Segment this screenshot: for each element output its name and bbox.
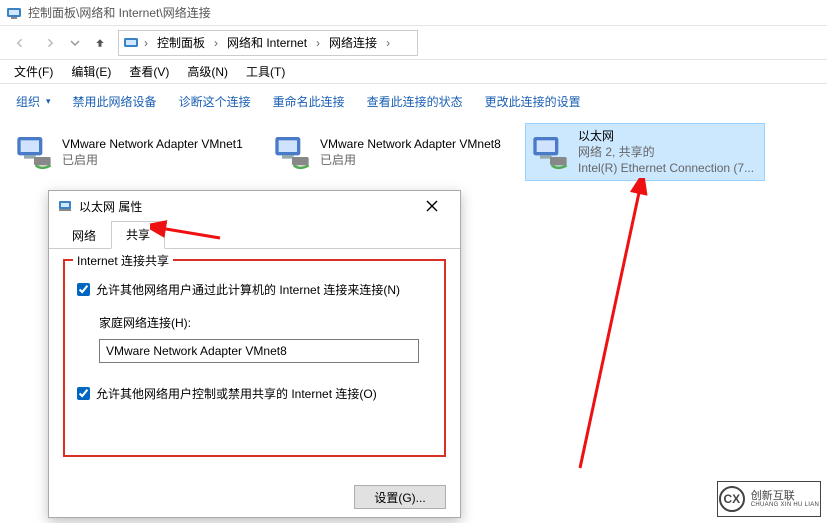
menu-view[interactable]: 查看(V) xyxy=(121,61,177,82)
dialog-close-button[interactable] xyxy=(412,192,452,220)
home-network-row: VMware Network Adapter VMnet8 xyxy=(99,335,432,363)
nav-up-button[interactable] xyxy=(88,31,112,55)
toolbar-rename[interactable]: 重命名此连接 xyxy=(263,89,355,114)
breadcrumb-root[interactable]: 控制面板 xyxy=(153,34,209,51)
toolbar-disable[interactable]: 禁用此网络设备 xyxy=(63,89,167,114)
nav-recent-dropdown[interactable] xyxy=(68,31,82,55)
chevron-right-icon: › xyxy=(313,36,323,50)
adapter-text: VMware Network Adapter VMnet8已启用 xyxy=(320,136,501,168)
dialog-icon xyxy=(57,198,73,214)
watermark-logo: CX xyxy=(719,486,745,512)
adapter-text: 以太网网络 2, 共享的Intel(R) Ethernet Connection… xyxy=(578,128,754,177)
toolbar-status[interactable]: 查看此连接的状态 xyxy=(357,89,473,114)
toolbar-change[interactable]: 更改此连接的设置 xyxy=(475,89,591,114)
adapter-list: VMware Network Adapter VMnet1已启用VMware N… xyxy=(10,124,817,180)
menu-advanced[interactable]: 高级(N) xyxy=(179,61,236,82)
dialog-footer: 设置(G)... xyxy=(354,485,446,509)
watermark: CX 创新互联 CHUANG XIN HU LIAN xyxy=(717,481,821,517)
properties-dialog: 以太网 属性 网络 共享 Internet 连接共享 允许其他网络用户通过此计算… xyxy=(48,190,461,518)
settings-button[interactable]: 设置(G)... xyxy=(354,485,446,509)
adapter-item[interactable]: VMware Network Adapter VMnet1已启用 xyxy=(10,124,248,180)
home-network-value: VMware Network Adapter VMnet8 xyxy=(106,344,287,358)
breadcrumb[interactable]: › 控制面板 › 网络和 Internet › 网络连接 › xyxy=(118,30,418,56)
network-adapter-icon xyxy=(530,132,570,172)
groupbox-title: Internet 连接共享 xyxy=(73,252,173,269)
ics-groupbox: Internet 连接共享 允许其他网络用户通过此计算机的 Internet 连… xyxy=(63,259,446,457)
breadcrumb-mid[interactable]: 网络和 Internet xyxy=(223,34,311,51)
address-row: › 控制面板 › 网络和 Internet › 网络连接 › xyxy=(0,26,827,60)
dialog-body: Internet 连接共享 允许其他网络用户通过此计算机的 Internet 连… xyxy=(49,249,460,517)
nav-back-button[interactable] xyxy=(8,31,32,55)
adapter-status: 已启用 xyxy=(62,152,243,168)
watermark-zh: 创新互联 xyxy=(751,491,819,502)
adapter-name: 以太网 xyxy=(578,128,754,144)
window-icon xyxy=(6,5,22,21)
breadcrumb-leaf[interactable]: 网络连接 xyxy=(325,34,381,51)
window-titlebar: 控制面板\网络和 Internet\网络连接 xyxy=(0,0,827,26)
adapter-item[interactable]: 以太网网络 2, 共享的Intel(R) Ethernet Connection… xyxy=(526,124,764,180)
chevron-right-icon: › xyxy=(211,36,221,50)
adapter-name: VMware Network Adapter VMnet1 xyxy=(62,136,243,152)
toolbar-diagnose[interactable]: 诊断这个连接 xyxy=(169,89,261,114)
adapter-device: Intel(R) Ethernet Connection (7... xyxy=(578,160,754,176)
menu-edit[interactable]: 编辑(E) xyxy=(63,61,119,82)
allow-connect-label: 允许其他网络用户通过此计算机的 Internet 连接来连接(N) xyxy=(96,281,400,298)
dialog-tabs: 网络 共享 xyxy=(49,221,460,249)
window-title: 控制面板\网络和 Internet\网络连接 xyxy=(28,4,211,21)
allow-connect-row: 允许其他网络用户通过此计算机的 Internet 连接来连接(N) xyxy=(77,281,432,298)
tab-network[interactable]: 网络 xyxy=(57,222,111,249)
home-network-label: 家庭网络连接(H): xyxy=(99,314,432,331)
adapter-status: 网络 2, 共享的 xyxy=(578,144,754,160)
menu-file[interactable]: 文件(F) xyxy=(6,61,61,82)
chevron-right-icon: › xyxy=(383,36,393,50)
network-adapter-icon xyxy=(14,132,54,172)
allow-connect-checkbox[interactable] xyxy=(77,283,90,296)
adapter-item[interactable]: VMware Network Adapter VMnet8已启用 xyxy=(268,124,506,180)
home-network-select[interactable]: VMware Network Adapter VMnet8 xyxy=(99,339,419,363)
command-bar: 组织 禁用此网络设备 诊断这个连接 重命名此连接 查看此连接的状态 更改此连接的… xyxy=(0,84,827,118)
dialog-title: 以太网 属性 xyxy=(79,198,412,215)
toolbar-organize[interactable]: 组织 xyxy=(6,89,61,114)
adapter-name: VMware Network Adapter VMnet8 xyxy=(320,136,501,152)
menu-tools[interactable]: 工具(T) xyxy=(238,61,293,82)
adapter-text: VMware Network Adapter VMnet1已启用 xyxy=(62,136,243,168)
breadcrumb-icon xyxy=(123,35,139,51)
tab-sharing[interactable]: 共享 xyxy=(111,221,165,249)
network-adapter-icon xyxy=(272,132,312,172)
nav-forward-button[interactable] xyxy=(38,31,62,55)
chevron-right-icon: › xyxy=(141,36,151,50)
menubar: 文件(F) 编辑(E) 查看(V) 高级(N) 工具(T) xyxy=(0,60,827,84)
watermark-py: CHUANG XIN HU LIAN xyxy=(751,502,819,508)
adapter-status: 已启用 xyxy=(320,152,501,168)
allow-control-checkbox[interactable] xyxy=(77,387,90,400)
allow-control-label: 允许其他网络用户控制或禁用共享的 Internet 连接(O) xyxy=(96,385,377,402)
dialog-titlebar: 以太网 属性 xyxy=(49,191,460,221)
allow-control-row: 允许其他网络用户控制或禁用共享的 Internet 连接(O) xyxy=(77,385,432,402)
